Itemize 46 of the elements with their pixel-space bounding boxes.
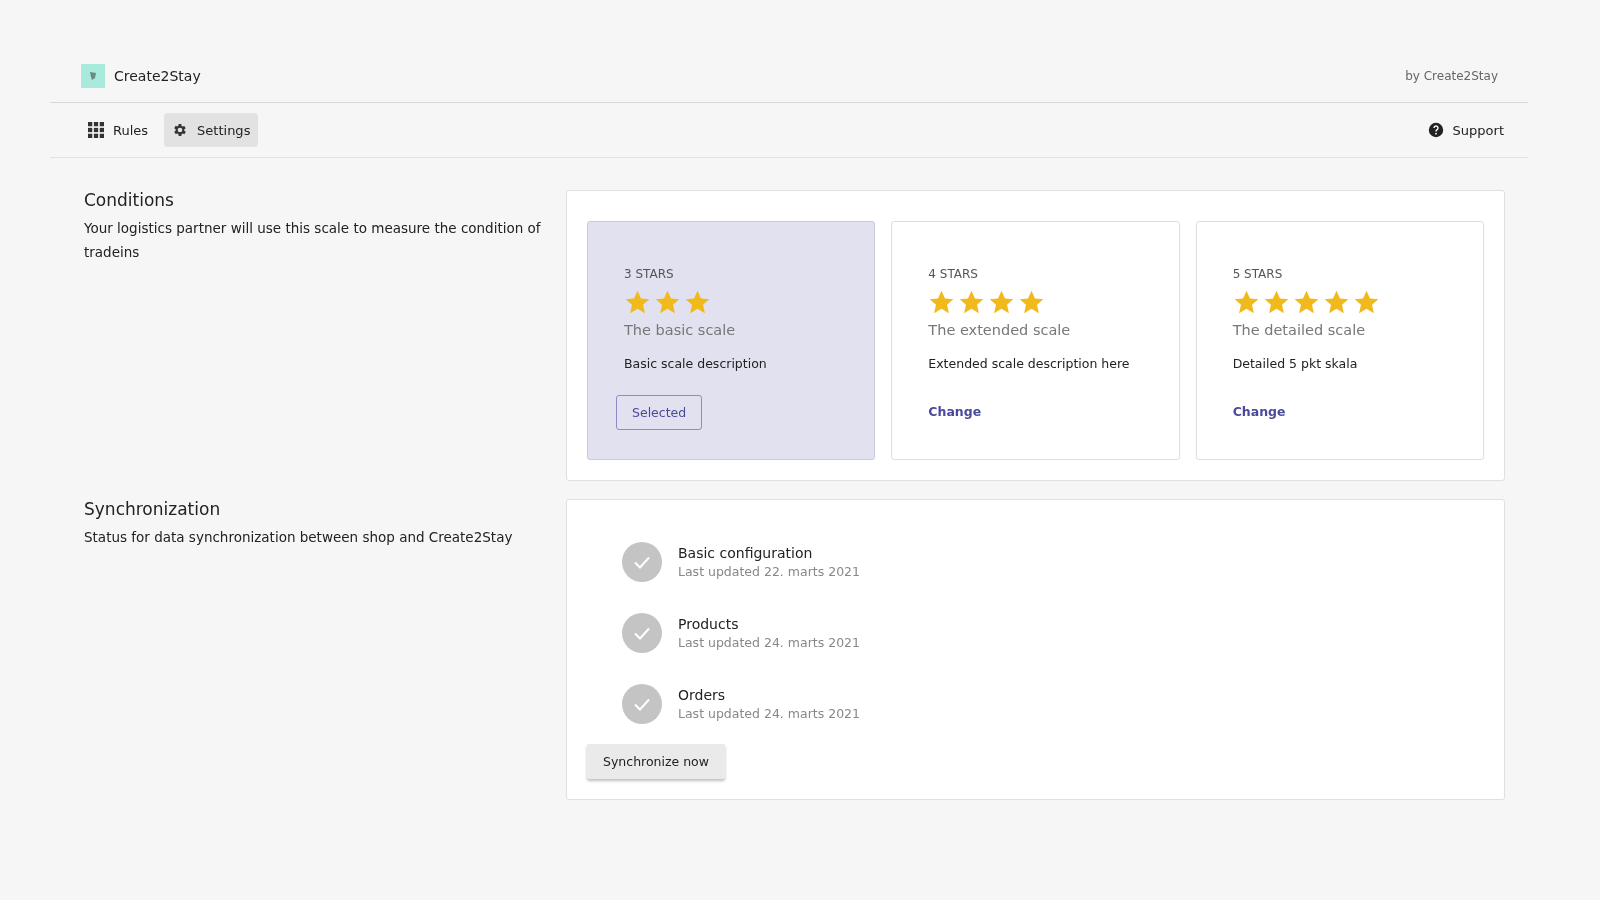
scale-name: The extended scale <box>928 322 1072 338</box>
scale-heading: 3 STARS <box>624 267 675 281</box>
scale-description: Extended scale description here <box>928 356 1131 371</box>
star-icon <box>1262 289 1290 316</box>
nav-tab[interactable]: Rules <box>80 113 157 147</box>
star-icon <box>958 289 986 316</box>
app-name: Create2Stay <box>114 68 201 84</box>
star-icon <box>928 289 956 316</box>
star-icon <box>1292 289 1320 316</box>
star-icon <box>624 289 651 316</box>
scale-name: The detailed scale <box>1232 322 1367 338</box>
section-description: Status for data synchronization between shop and Create2Stay <box>84 528 514 547</box>
byline: by Create2Stay <box>1405 69 1498 83</box>
support-link[interactable]: Support <box>1427 122 1504 138</box>
star-icon <box>1352 289 1380 316</box>
sync-item-date: Last updated 24. marts 2021 <box>678 635 860 650</box>
scale-description: Detailed 5 pkt skala <box>1232 356 1359 371</box>
section-title: Conditions <box>84 190 175 210</box>
star-icon <box>988 289 1016 316</box>
grid-icon <box>88 122 104 138</box>
sync-item-name: Products <box>678 616 740 632</box>
star-icon <box>1018 289 1046 316</box>
sync-item-date: Last updated 22. marts 2021 <box>678 564 860 579</box>
check-icon <box>622 542 662 582</box>
star-icon <box>1322 289 1350 316</box>
scale-description: Basic scale description <box>624 356 768 371</box>
star-icon <box>684 289 711 316</box>
check-icon <box>622 684 662 724</box>
change-link[interactable]: Change <box>1232 395 1286 428</box>
check-icon <box>622 613 662 653</box>
section-description: Your logistics partner will use this scale to measure the condition of tradeins <box>84 219 542 262</box>
sync-item-name: Basic configuration <box>678 545 814 561</box>
sync-item-name: Orders <box>678 687 727 703</box>
scale-heading: 4 STARS <box>928 267 979 281</box>
sync-item-date: Last updated 24. marts 2021 <box>678 706 860 721</box>
change-link[interactable]: Change <box>928 395 982 428</box>
scale-name: The basic scale <box>624 322 737 338</box>
star-icon <box>1232 289 1260 316</box>
star-icon <box>654 289 681 316</box>
help-icon <box>1427 122 1444 138</box>
section-title: Synchronization <box>84 499 222 519</box>
nav-tab[interactable]: Settings <box>164 113 259 147</box>
selected-button[interactable]: Selected <box>616 395 703 430</box>
synchronize-button[interactable]: Synchronize now <box>587 744 725 779</box>
scale-heading: 5 STARS <box>1232 267 1284 281</box>
logo-icon <box>81 64 105 88</box>
